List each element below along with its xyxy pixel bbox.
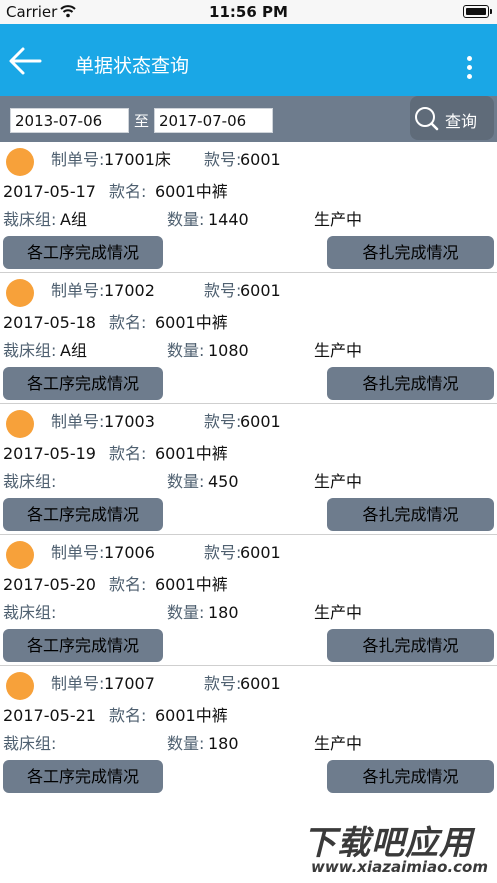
status-text: 生产中 [314, 210, 363, 229]
order-date: 2017-05-20 [3, 575, 96, 594]
search-icon [415, 107, 439, 131]
search-button-label: 查询 [445, 112, 478, 131]
style-no-value: 6001 [240, 674, 281, 693]
status-dot-icon [6, 279, 34, 307]
nav-bar: 单据状态查询 [0, 24, 497, 96]
process-status-button[interactable]: 各工序完成情况 [3, 498, 163, 531]
process-status-button[interactable]: 各工序完成情况 [3, 236, 163, 269]
order-no-value: 17002 [104, 281, 155, 300]
cut-group-label: 裁床组: [3, 210, 57, 229]
quantity-value: 450 [208, 472, 239, 491]
order-no-label: 制单号: [51, 150, 105, 169]
style-no-label: 款号: [204, 412, 242, 431]
process-status-button[interactable]: 各工序完成情况 [3, 760, 163, 793]
style-name-value: 6001中裤 [155, 575, 228, 594]
status-text: 生产中 [314, 341, 363, 360]
status-text: 生产中 [314, 734, 363, 753]
style-name-value: 6001中裤 [155, 444, 228, 463]
watermark-text: 下载吧应用 [303, 823, 473, 862]
order-card: 制单号: 17007 款号: 6001 2017-05-21 款名: 6001中… [0, 666, 497, 797]
style-name-value: 6001中裤 [155, 706, 228, 725]
status-dot-icon [6, 672, 34, 700]
cut-group-label: 裁床组: [3, 472, 57, 491]
order-no-label: 制单号: [51, 281, 105, 300]
style-name-value: 6001中裤 [155, 182, 228, 201]
style-name-label: 款名: [109, 444, 147, 463]
style-name-label: 款名: [109, 575, 147, 594]
bundle-status-button[interactable]: 各扎完成情况 [327, 760, 494, 793]
quantity-label: 数量: [167, 734, 205, 753]
order-list: 制单号: 17001床 款号: 6001 2017-05-17 款名: 6001… [0, 142, 497, 797]
style-name-label: 款名: [109, 182, 147, 201]
site-watermark: 下载吧应用 www.xiazaimiao.com [297, 812, 497, 883]
order-card: 制单号: 17001床 款号: 6001 2017-05-17 款名: 6001… [0, 142, 497, 273]
process-status-button[interactable]: 各工序完成情况 [3, 629, 163, 662]
style-no-label: 款号: [204, 674, 242, 693]
back-arrow-icon[interactable] [8, 46, 42, 76]
order-no-value: 17001床 [104, 150, 171, 169]
order-date: 2017-05-18 [3, 313, 96, 332]
style-no-value: 6001 [240, 281, 281, 300]
order-card: 制单号: 17003 款号: 6001 2017-05-19 款名: 6001中… [0, 404, 497, 535]
clock: 11:56 PM [209, 3, 288, 21]
order-no-value: 17007 [104, 674, 155, 693]
watermark-url: www.xiazaimiao.com [311, 858, 488, 876]
order-date: 2017-05-19 [3, 444, 96, 463]
cut-group-value: A组 [60, 341, 87, 360]
quantity-label: 数量: [167, 472, 205, 491]
process-status-button[interactable]: 各工序完成情况 [3, 367, 163, 400]
style-no-value: 6001 [240, 543, 281, 562]
style-name-value: 6001中裤 [155, 313, 228, 332]
date-range-separator: 至 [134, 112, 150, 130]
quantity-label: 数量: [167, 603, 205, 622]
status-text: 生产中 [314, 603, 363, 622]
order-no-value: 17003 [104, 412, 155, 431]
order-no-label: 制单号: [51, 412, 105, 431]
page-title: 单据状态查询 [75, 55, 190, 77]
quantity-value: 180 [208, 603, 239, 622]
quantity-label: 数量: [167, 341, 205, 360]
style-no-value: 6001 [240, 150, 281, 169]
style-no-label: 款号: [204, 150, 242, 169]
date-from-input[interactable] [10, 108, 129, 133]
status-dot-icon [6, 148, 34, 176]
order-date: 2017-05-17 [3, 182, 96, 201]
search-button[interactable]: 查询 [410, 96, 494, 140]
cut-group-label: 裁床组: [3, 734, 57, 753]
cut-group-label: 裁床组: [3, 603, 57, 622]
bundle-status-button[interactable]: 各扎完成情况 [327, 236, 494, 269]
style-no-label: 款号: [204, 281, 242, 300]
battery-icon [463, 5, 492, 18]
style-name-label: 款名: [109, 706, 147, 725]
quantity-label: 数量: [167, 210, 205, 229]
bundle-status-button[interactable]: 各扎完成情况 [327, 367, 494, 400]
order-card: 制单号: 17006 款号: 6001 2017-05-20 款名: 6001中… [0, 535, 497, 666]
search-toolbar: 至 查询 [0, 96, 497, 142]
quantity-value: 180 [208, 734, 239, 753]
style-no-label: 款号: [204, 543, 242, 562]
style-name-label: 款名: [109, 313, 147, 332]
status-text: 生产中 [314, 472, 363, 491]
date-to-input[interactable] [154, 108, 273, 133]
order-no-value: 17006 [104, 543, 155, 562]
status-dot-icon [6, 541, 34, 569]
cut-group-label: 裁床组: [3, 341, 57, 360]
quantity-value: 1080 [208, 341, 249, 360]
order-no-label: 制单号: [51, 543, 105, 562]
bundle-status-button[interactable]: 各扎完成情况 [327, 629, 494, 662]
order-no-label: 制单号: [51, 674, 105, 693]
status-bar: Carrier 11:56 PM [0, 0, 497, 24]
cut-group-value: A组 [60, 210, 87, 229]
quantity-value: 1440 [208, 210, 249, 229]
status-dot-icon [6, 410, 34, 438]
order-card: 制单号: 17002 款号: 6001 2017-05-18 款名: 6001中… [0, 273, 497, 404]
bundle-status-button[interactable]: 各扎完成情况 [327, 498, 494, 531]
more-options-icon[interactable] [463, 56, 475, 84]
order-date: 2017-05-21 [3, 706, 96, 725]
style-no-value: 6001 [240, 412, 281, 431]
